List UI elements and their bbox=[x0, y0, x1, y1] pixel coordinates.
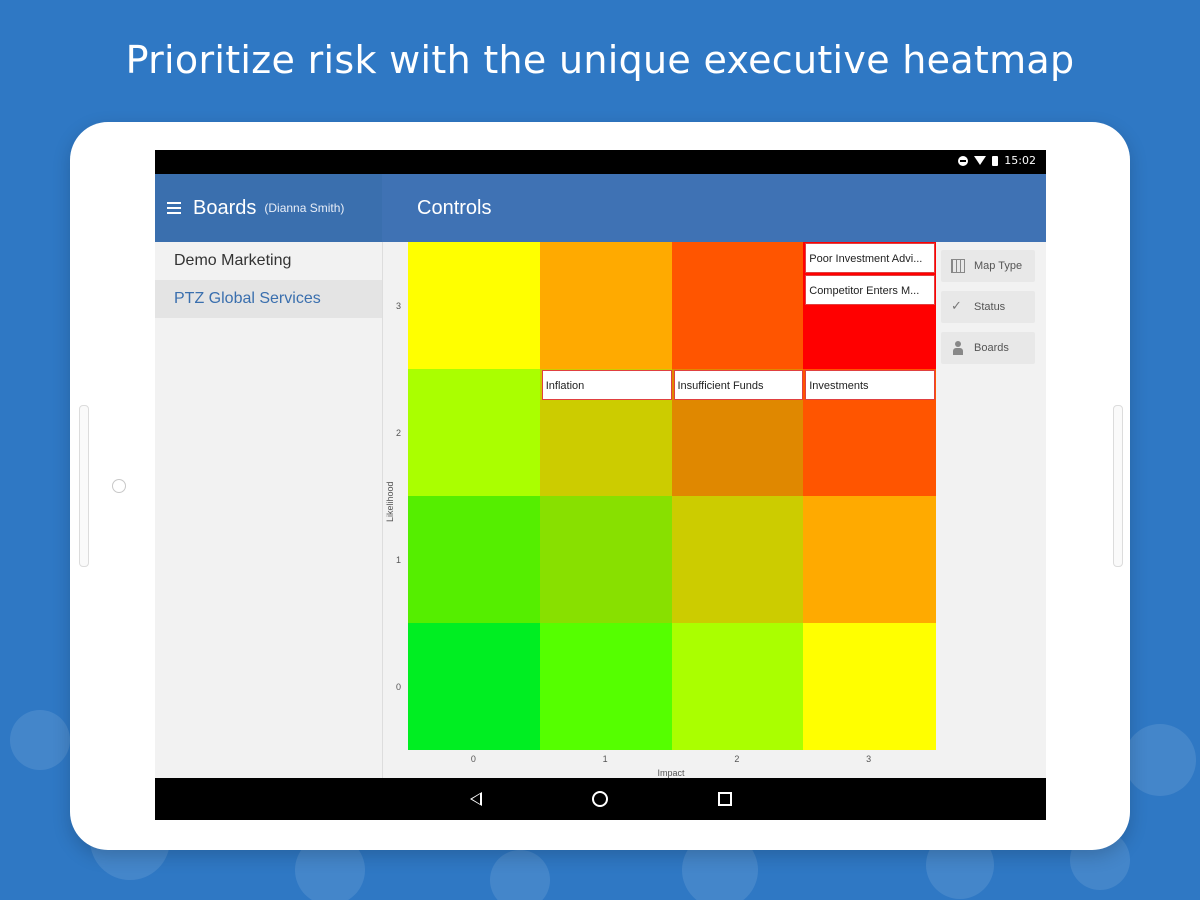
wifi-icon bbox=[974, 156, 987, 165]
boards-sidebar: Demo Marketing PTZ Global Services bbox=[155, 242, 383, 820]
battery-icon bbox=[992, 155, 999, 166]
boards-title: Boards bbox=[193, 196, 257, 219]
action-panel: Map Type Status Boards bbox=[941, 250, 1035, 373]
risk-label[interactable]: Poor Investment Advi... bbox=[805, 243, 935, 273]
y-tick-label: 1 bbox=[396, 554, 402, 565]
heatmap-cell[interactable] bbox=[408, 496, 541, 623]
y-axis-label: Likelihood bbox=[385, 481, 395, 522]
heatmap-cell[interactable] bbox=[803, 623, 936, 750]
tablet-camera bbox=[112, 479, 126, 493]
heatmap-cell[interactable] bbox=[539, 623, 672, 750]
navigation-bar bbox=[155, 778, 1046, 820]
heatmap-cell[interactable] bbox=[671, 623, 804, 750]
risk-label[interactable]: Investments bbox=[805, 370, 935, 400]
heatmap-cell[interactable] bbox=[671, 242, 804, 369]
tablet-right-button bbox=[1113, 405, 1123, 567]
risk-heatmap: Poor Investment Advi... Competitor Enters… bbox=[408, 242, 936, 750]
tablet-left-button bbox=[79, 405, 89, 567]
app-bar-right: Controls bbox=[382, 174, 1046, 242]
check-icon bbox=[951, 298, 965, 314]
back-icon[interactable] bbox=[469, 792, 482, 806]
status-label: Status bbox=[974, 301, 1006, 313]
risk-label[interactable]: Inflation bbox=[541, 370, 672, 400]
heatmap-cell[interactable] bbox=[539, 242, 672, 369]
y-tick-label: 2 bbox=[396, 427, 402, 438]
y-tick-label: 3 bbox=[396, 300, 402, 311]
status-clock: 15:02 bbox=[1004, 154, 1036, 167]
heatmap-cell[interactable] bbox=[803, 496, 936, 623]
status-button[interactable]: Status bbox=[941, 291, 1035, 323]
boards-label: Boards bbox=[974, 342, 1009, 354]
x-tick-label: 1 bbox=[602, 754, 608, 764]
y-tick-label: 0 bbox=[396, 681, 402, 692]
risk-label[interactable]: Insufficient Funds bbox=[673, 370, 804, 400]
map-type-label: Map Type bbox=[974, 260, 1023, 272]
page-title: Controls bbox=[417, 196, 492, 219]
heatmap-cell[interactable] bbox=[408, 369, 541, 496]
user-name: (Dianna Smith) bbox=[264, 201, 345, 215]
home-icon[interactable] bbox=[591, 791, 608, 807]
map-type-button[interactable]: Map Type bbox=[941, 250, 1035, 282]
app-bar-left: Boards (Dianna Smith) bbox=[155, 174, 382, 242]
recents-icon[interactable] bbox=[717, 792, 732, 806]
boards-button[interactable]: Boards bbox=[941, 332, 1035, 364]
headline: Prioritize risk with the unique executiv… bbox=[125, 38, 1075, 82]
map-type-icon bbox=[951, 259, 965, 273]
heatmap-cell[interactable] bbox=[539, 496, 672, 623]
risk-label[interactable]: Competitor Enters M... bbox=[805, 275, 935, 305]
heatmap-cell[interactable] bbox=[408, 623, 541, 750]
hamburger-menu-icon[interactable] bbox=[167, 202, 181, 214]
x-axis-label: Impact bbox=[657, 768, 685, 778]
do-not-disturb-icon bbox=[958, 155, 969, 166]
x-tick-label: 0 bbox=[470, 754, 476, 764]
heatmap-area: Poor Investment Advi... Competitor Enters… bbox=[383, 242, 1046, 780]
status-bar: 15:02 bbox=[155, 150, 1046, 174]
x-tick-label: 3 bbox=[866, 754, 872, 764]
board-item-demo-marketing[interactable]: Demo Marketing bbox=[155, 242, 382, 280]
heatmap-cell[interactable] bbox=[408, 242, 541, 369]
x-tick-label: 2 bbox=[734, 754, 740, 764]
board-item-ptz-global-services[interactable]: PTZ Global Services bbox=[155, 280, 382, 318]
person-icon bbox=[951, 341, 965, 355]
heatmap-cell[interactable] bbox=[671, 496, 804, 623]
device-screen: 15:02 Boards (Dianna Smith) Controls Dem… bbox=[155, 150, 1046, 820]
